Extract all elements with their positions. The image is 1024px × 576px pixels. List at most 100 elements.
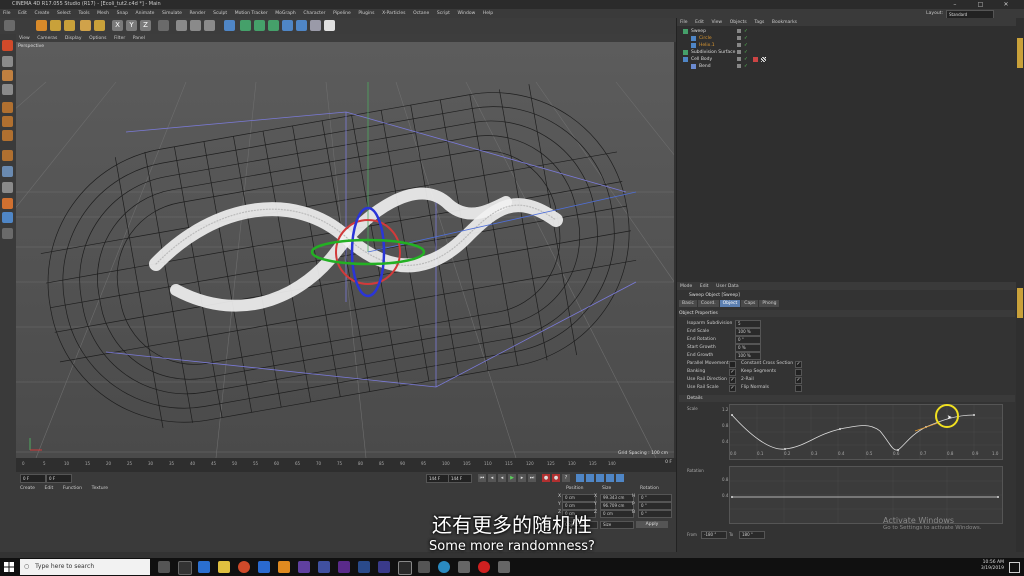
minimize-button[interactable]: – [943, 0, 967, 9]
array-icon[interactable] [268, 20, 279, 31]
live-selection-icon[interactable] [36, 20, 47, 31]
end-frame-field[interactable]: 144 F [426, 474, 450, 483]
photoshop-icon[interactable] [258, 561, 270, 573]
floor-icon[interactable] [296, 20, 307, 31]
render-view-icon[interactable] [176, 20, 187, 31]
enabled-check-icon[interactable]: ✓ [744, 63, 748, 70]
make-editable-icon[interactable] [2, 40, 13, 51]
keep-segments-checkbox[interactable] [795, 369, 802, 376]
menu-plugins[interactable]: Plugins [358, 9, 374, 18]
end-rotation-field[interactable]: 0 ° [735, 336, 761, 344]
enabled-check-icon[interactable]: ✓ [744, 28, 748, 35]
use-rail-direction-checkbox[interactable]: ✓ [729, 377, 736, 384]
material-tag-icon[interactable] [753, 57, 758, 62]
rotate-icon[interactable] [80, 20, 91, 31]
object-row-circle[interactable]: Circle ✓ [677, 35, 1017, 42]
next-frame-button[interactable]: ▸ [518, 474, 526, 482]
tab-object[interactable]: Object [719, 300, 741, 307]
coordinate-system-icon[interactable] [158, 20, 169, 31]
menu-script[interactable]: Script [437, 9, 450, 18]
constant-cross-section-checkbox[interactable]: ✓ [795, 361, 802, 368]
pen-spline-icon[interactable] [240, 20, 251, 31]
visibility-dots-icon[interactable] [737, 64, 741, 68]
app-icon[interactable] [438, 561, 450, 573]
play-reverse-button[interactable]: ◂ [498, 474, 506, 482]
object-row-bend[interactable]: Bend ✓ [677, 63, 1017, 70]
menu-pipeline[interactable]: Pipeline [333, 9, 351, 18]
tab-basic[interactable]: Basic [679, 300, 697, 307]
character-animator-icon[interactable] [378, 561, 390, 573]
attributes-menu-mode[interactable]: Mode [680, 283, 692, 291]
enabled-check-icon[interactable]: ✓ [744, 42, 748, 49]
after-effects-icon[interactable] [298, 561, 310, 573]
attributes-side-tab[interactable] [1017, 288, 1023, 318]
object-row-subdivision[interactable]: Subdivision Surface ✓ [677, 49, 1017, 56]
cinema4d-icon[interactable] [398, 561, 412, 575]
banking-checkbox[interactable]: ✓ [729, 369, 736, 376]
menu-file[interactable]: File [3, 9, 11, 18]
maximize-button[interactable]: □ [968, 0, 992, 9]
notifications-icon[interactable] [1009, 562, 1020, 573]
attributes-menu-user-data[interactable]: User Data [716, 283, 738, 291]
goto-start-button[interactable]: ⏮ [478, 474, 486, 482]
workplane-icon[interactable] [2, 84, 13, 95]
menu-animate[interactable]: Animate [136, 9, 155, 18]
menu-help[interactable]: Help [483, 9, 493, 18]
autokey-button[interactable]: ● [552, 474, 560, 482]
subdivision-icon[interactable] [254, 20, 265, 31]
menu-render[interactable]: Render [189, 9, 205, 18]
illustrator-icon[interactable] [278, 561, 290, 573]
render-picture-viewer-icon[interactable] [190, 20, 201, 31]
visibility-dots-icon[interactable] [737, 36, 741, 40]
pla-key-button[interactable] [616, 474, 624, 482]
file-explorer-icon[interactable] [178, 561, 192, 575]
app-icon[interactable] [458, 561, 470, 573]
isoparm-subdivision-field[interactable]: 5 [735, 320, 761, 328]
media-encoder-icon[interactable] [338, 561, 350, 573]
menu-character[interactable]: Character [303, 9, 325, 18]
tab-coord[interactable]: Coord. [697, 300, 719, 307]
app-icon[interactable] [498, 561, 510, 573]
edge-icon[interactable] [198, 561, 210, 573]
display-tag-icon[interactable] [761, 57, 766, 62]
param-key-button[interactable] [606, 474, 614, 482]
light-icon[interactable] [324, 20, 335, 31]
flip-normals-checkbox[interactable] [795, 385, 802, 392]
two-rail-checkbox[interactable]: ✓ [795, 377, 802, 384]
texture-mode-icon[interactable] [2, 70, 13, 81]
tweak-icon[interactable] [2, 166, 13, 177]
end-preview-field[interactable]: 144 F [448, 474, 472, 483]
windows-start-icon[interactable] [4, 562, 14, 572]
visibility-dots-icon[interactable] [737, 50, 741, 54]
task-view-icon[interactable] [158, 561, 170, 573]
model-mode-icon[interactable] [2, 56, 13, 67]
timeline-ruler[interactable]: 0 5 10 15 20 25 30 35 40 45 50 55 60 65 … [16, 458, 676, 472]
object-row-cell-body[interactable]: Cell Body ✓ [677, 56, 1017, 63]
menu-mograph[interactable]: MoGraph [275, 9, 295, 18]
recent-tool-icon[interactable] [94, 20, 105, 31]
material-menu-function[interactable]: Function [63, 485, 82, 493]
rotation-h-field[interactable]: 0 ° [638, 494, 672, 502]
parallel-movement-checkbox[interactable] [729, 361, 736, 368]
camera-icon[interactable] [310, 20, 321, 31]
chrome-icon[interactable] [238, 561, 250, 573]
goto-end-button[interactable]: ⏭ [528, 474, 536, 482]
menu-snap[interactable]: Snap [117, 9, 128, 18]
keyframe-selection-button[interactable]: ? [562, 474, 570, 482]
menu-mesh[interactable]: Mesh [97, 9, 109, 18]
close-button[interactable]: ✕ [994, 0, 1018, 9]
enabled-check-icon[interactable]: ✓ [744, 49, 748, 56]
object-row-helix[interactable]: Helix.1 ✓ [677, 42, 1017, 49]
undo-icon[interactable] [4, 20, 15, 31]
menu-create[interactable]: Create [34, 9, 49, 18]
use-rail-scale-checkbox[interactable]: ✓ [729, 385, 736, 392]
menu-sculpt[interactable]: Sculpt [213, 9, 227, 18]
object-row-sweep[interactable]: Sweep ✓ [677, 28, 1017, 35]
y-axis-icon[interactable]: Y [126, 20, 137, 31]
play-button[interactable]: ▶ [508, 474, 516, 482]
current-frame-field[interactable]: 0 F [46, 474, 72, 483]
visibility-dots-icon[interactable] [737, 43, 741, 47]
record-button[interactable]: ● [542, 474, 550, 482]
menu-motion-tracker[interactable]: Motion Tracker [235, 9, 268, 18]
end-growth-field[interactable]: 100 % [735, 352, 761, 360]
